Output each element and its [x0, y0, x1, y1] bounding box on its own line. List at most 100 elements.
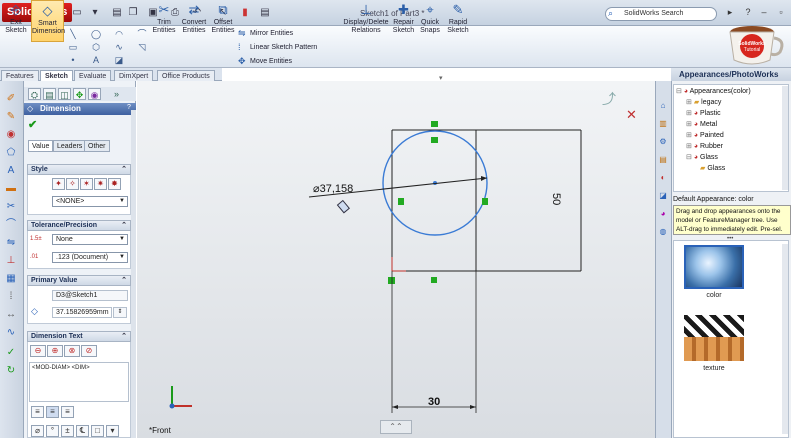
swatch-scrollbar[interactable]: [782, 244, 788, 434]
text-tool-icon[interactable]: A: [3, 164, 19, 178]
spin-icon[interactable]: ⇕: [113, 307, 127, 318]
smart-dimension-button[interactable]: ◇ Smart Dimension: [31, 0, 65, 42]
tab-evaluate[interactable]: Evaluate: [74, 70, 112, 81]
feature-manager-icon[interactable]: ⛭: [28, 88, 41, 100]
exit-sketch-button[interactable]: ⎆ Exit Sketch: [2, 0, 30, 42]
tab-features[interactable]: Features: [1, 70, 39, 81]
text-fmt-a-icon[interactable]: ⊖: [30, 345, 46, 357]
tolerance-select[interactable]: None ▼: [52, 234, 128, 245]
graphics-area[interactable]: ⌀37,158 50 30 *Front ⤴ ✕ ▾: [137, 75, 671, 438]
open-icon[interactable]: ❐: [126, 7, 140, 19]
tp-custom-icon[interactable]: ◪: [657, 190, 669, 202]
align-center-icon[interactable]: ≡: [46, 406, 59, 418]
style-b-icon[interactable]: ✧: [66, 178, 79, 190]
primary-value-header[interactable]: Primary Value ⌃: [27, 275, 131, 286]
tree-item-metal[interactable]: ⊞ ◕ Metal: [686, 119, 717, 130]
smart-snap-icon[interactable]: ✓: [3, 346, 19, 360]
style-select[interactable]: <NONE> ▼: [52, 196, 128, 207]
style-group-header[interactable]: Style ⌃: [27, 164, 131, 175]
color-swatch[interactable]: [684, 245, 744, 289]
mirror-entities-button[interactable]: Mirror Entities: [250, 28, 293, 39]
texture-swatch[interactable]: [684, 315, 744, 361]
view-toolbar-arrow-icon[interactable]: ▾: [439, 74, 451, 82]
display-manager-icon[interactable]: ◉: [88, 88, 101, 100]
text-icon[interactable]: A: [91, 55, 101, 65]
precision-select[interactable]: .123 (Document) ▼: [52, 252, 128, 263]
tp-forum-icon[interactable]: ◍: [657, 226, 669, 238]
dim-50-label[interactable]: 50: [550, 193, 562, 205]
tp-toolbox-icon[interactable]: ⚙: [657, 136, 669, 148]
display-delete-relations-button[interactable]: ⊥ Display/Delete Relations: [342, 0, 390, 42]
style-c-icon[interactable]: ✶: [80, 178, 93, 190]
primary-value-field[interactable]: 37.15826959mm: [52, 307, 112, 318]
view-orientation-icon[interactable]: ⤴: [602, 89, 622, 107]
diameter-dimension-label[interactable]: ⌀37,158: [313, 182, 353, 195]
align-left-icon[interactable]: ≡: [31, 406, 44, 418]
new-document-icon[interactable]: ▤: [110, 7, 124, 19]
tp-files-icon[interactable]: ▤: [657, 154, 669, 166]
tree-item-legacy[interactable]: ⊞ ▰ legacy: [686, 97, 721, 108]
new-icon[interactable]: ▭: [70, 7, 84, 19]
subtab-leaders[interactable]: Leaders: [53, 140, 87, 152]
tree-scrollbar[interactable]: [782, 86, 788, 190]
trim-entities-button[interactable]: ✂ Trim Entities: [150, 0, 178, 42]
move-entities-button[interactable]: Move Entities: [250, 56, 292, 67]
polygon-icon[interactable]: ⬡: [91, 42, 101, 52]
repair-tool-icon[interactable]: ↻: [3, 364, 19, 378]
subtab-other[interactable]: Other: [84, 140, 110, 152]
degree-symbol-icon[interactable]: °: [46, 425, 59, 437]
arc-icon[interactable]: ◠: [114, 29, 124, 39]
more-symbols-icon[interactable]: ▾: [106, 425, 119, 437]
tree-item-glass-sub[interactable]: ▰ Glass: [700, 163, 725, 174]
pm-scrollbar[interactable]: [131, 110, 136, 438]
circle-icon[interactable]: ◯: [91, 29, 101, 39]
primary-name-field[interactable]: D3@Sketch1: [52, 290, 128, 301]
tree-root[interactable]: ⊟ ◕ Appearances(color): [676, 86, 751, 97]
text-fmt-d-icon[interactable]: ⊘: [81, 345, 97, 357]
help-icon[interactable]: ?: [740, 6, 756, 19]
plane-icon[interactable]: ◪: [114, 55, 124, 65]
arrow-icon[interactable]: ▾: [88, 7, 102, 19]
dimxpert-manager-icon[interactable]: ✥: [73, 88, 86, 100]
flyout-toggle[interactable]: ⌃⌃: [380, 420, 412, 434]
style-e-icon[interactable]: ✸: [108, 178, 121, 190]
rectangle-icon[interactable]: ▭: [68, 42, 78, 52]
rebuild-icon[interactable]: ▮: [238, 7, 252, 19]
mirror-tool-icon[interactable]: ⇋: [3, 236, 19, 250]
polygon-tool-icon[interactable]: ⬠: [3, 146, 19, 160]
more-tabs-icon[interactable]: »: [110, 88, 123, 100]
dimension-text-header[interactable]: Dimension Text ⌃: [27, 331, 131, 342]
tree-item-plastic[interactable]: ⊞ ◕ Plastic: [686, 108, 721, 119]
grid-tool-icon[interactable]: ▦: [3, 272, 19, 286]
offset-entities-button[interactable]: ⧉ Offset Entities: [210, 0, 236, 42]
chamfer-icon[interactable]: ◹: [137, 42, 147, 52]
tab-dimxpert[interactable]: DimXpert: [114, 70, 154, 81]
plusminus-symbol-icon[interactable]: ±: [61, 425, 74, 437]
linear-sketch-pattern-button[interactable]: Linear Sketch Pattern: [250, 42, 317, 53]
tp-palette-icon[interactable]: ◐: [657, 172, 669, 184]
tree-item-glass[interactable]: ⊟ ◕ Glass: [686, 152, 718, 163]
rapid-sketch-button[interactable]: ✎ Rapid Sketch: [444, 0, 472, 42]
search-input[interactable]: SolidWorks Search: [605, 7, 717, 21]
align-right-icon[interactable]: ≡: [61, 406, 74, 418]
centerline-symbol-icon[interactable]: ℄: [76, 425, 89, 437]
tab-sketch[interactable]: Sketch: [40, 70, 73, 81]
style-d-icon[interactable]: ✷: [94, 178, 107, 190]
repair-sketch-button[interactable]: ✚ Repair Sketch: [391, 0, 416, 42]
search-go-icon[interactable]: ▸: [722, 6, 738, 19]
tolerance-group-header[interactable]: Tolerance/Precision ⌃: [27, 220, 131, 231]
spline-tool-icon[interactable]: ∿: [3, 326, 19, 340]
options-icon[interactable]: ▤: [258, 7, 272, 19]
tree-item-painted[interactable]: ⊞ ◕ Painted: [686, 130, 724, 141]
dimension-tool-icon[interactable]: ↔: [3, 308, 19, 322]
line-icon[interactable]: ╲: [68, 29, 78, 39]
block-tool-icon[interactable]: ▬: [3, 182, 19, 196]
convert-entities-button[interactable]: ⇄ Convert Entities: [179, 0, 209, 42]
minimize-icon[interactable]: –: [756, 6, 772, 19]
text-fmt-c-icon[interactable]: ⊗: [64, 345, 80, 357]
quick-snaps-button[interactable]: ⌖ Quick Snaps: [418, 0, 442, 42]
point-icon[interactable]: •: [68, 55, 78, 65]
style-a-icon[interactable]: ✦: [52, 178, 65, 190]
configuration-manager-icon[interactable]: ◫: [58, 88, 71, 100]
tp-appearance-icon[interactable]: ◕: [657, 208, 669, 220]
